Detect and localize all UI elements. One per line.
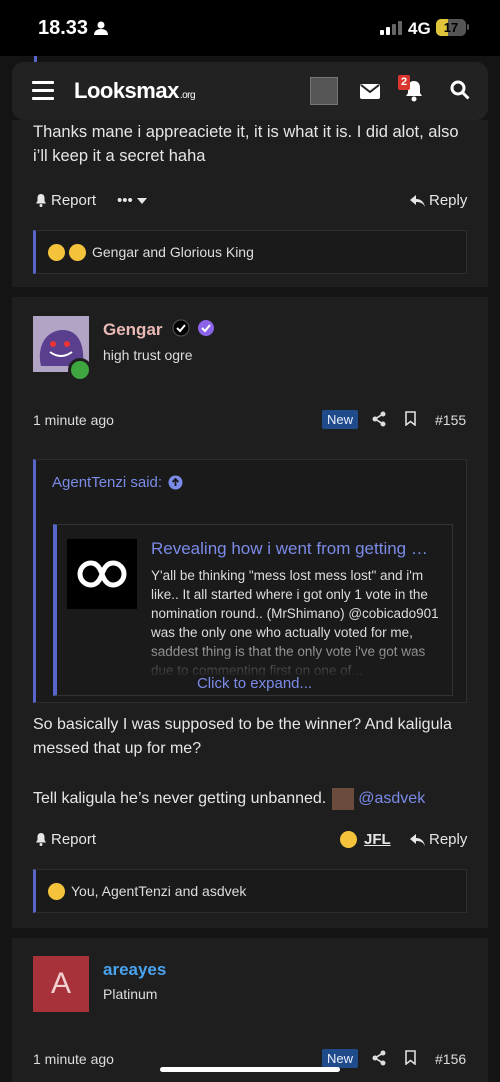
- more-options-button[interactable]: •••: [117, 192, 147, 209]
- report-label: Report: [51, 831, 97, 848]
- bell-icon: [36, 194, 46, 207]
- verified-purple-icon: [198, 320, 214, 336]
- post-text: Thanks mane i appreaciete it, it is what…: [33, 123, 459, 165]
- thread-thumbnail[interactable]: [67, 539, 137, 609]
- report-button[interactable]: Report: [35, 192, 96, 209]
- logo-main: Looksmax: [74, 78, 179, 103]
- share-icon[interactable]: [372, 411, 386, 427]
- laughing-emoji-icon: [340, 831, 357, 848]
- site-logo[interactable]: Looksmax.org: [74, 78, 196, 104]
- reply-button[interactable]: Reply: [410, 192, 467, 209]
- online-status-indicator: [68, 358, 92, 382]
- report-label: Report: [51, 192, 97, 209]
- search-icon[interactable]: [450, 80, 470, 100]
- bell-icon: [36, 833, 46, 846]
- bookmark-icon[interactable]: [405, 1050, 416, 1065]
- shocked-emoji-icon: [48, 243, 65, 261]
- quote-block: AgentTenzi said: Revealing how i went fr…: [33, 459, 467, 703]
- post-paragraph: So basically I was supposed to be the wi…: [33, 716, 452, 757]
- home-indicator[interactable]: [160, 1067, 340, 1072]
- post-separator: [12, 287, 488, 297]
- reply-label: Reply: [429, 192, 468, 209]
- battery-icon: 17: [436, 19, 466, 36]
- infinity-logo-icon: [77, 560, 127, 588]
- username[interactable]: areayes: [103, 960, 166, 980]
- post-time[interactable]: 1 minute ago: [33, 1051, 114, 1067]
- click-to-expand[interactable]: Click to expand...: [57, 675, 452, 692]
- reaction-label: JFL: [364, 831, 391, 848]
- bookmark-icon[interactable]: [405, 411, 416, 426]
- thread-content: Thanks mane i appreaciete it, it is what…: [12, 120, 488, 1082]
- mail-icon[interactable]: [360, 84, 380, 99]
- new-badge: New: [322, 1049, 359, 1068]
- network-type: 4G: [408, 19, 431, 38]
- laughing-emoji-icon: [48, 882, 65, 900]
- username[interactable]: Gengar: [103, 320, 163, 340]
- verified-dark-icon: [172, 319, 190, 337]
- arrow-up-circle-icon: [168, 475, 183, 490]
- reply-button[interactable]: Reply: [410, 831, 467, 848]
- user-avatar[interactable]: [310, 77, 338, 105]
- react-button[interactable]: JFL: [340, 831, 391, 848]
- reply-icon: [410, 194, 425, 207]
- laughing-emoji-icon: [69, 243, 86, 261]
- more-label: •••: [117, 192, 133, 209]
- reactions-text: You, AgentTenzi and asdvek: [71, 883, 247, 899]
- reactions-text: Gengar and Glorious King: [92, 244, 254, 260]
- user-avatar[interactable]: A: [33, 956, 89, 1012]
- chevron-down-icon: [136, 197, 147, 204]
- battery-level: 17: [443, 20, 459, 35]
- report-button[interactable]: Report: [35, 831, 96, 848]
- signal-icon: [380, 21, 402, 35]
- embed-title[interactable]: Revealing how i went from getting …: [151, 539, 451, 559]
- embedded-quote: Revealing how i went from getting … Y'al…: [53, 524, 453, 696]
- reactions-bar[interactable]: Gengar and Glorious King: [33, 230, 467, 274]
- post-paragraph-2: Tell kaligula he’s never getting unbanne…: [33, 787, 473, 811]
- post-number[interactable]: #155: [435, 412, 466, 428]
- person-icon: [94, 21, 108, 35]
- top-navigation: Looksmax.org 2: [12, 62, 488, 120]
- reply-icon: [410, 833, 425, 846]
- mention-avatar: [332, 788, 355, 810]
- logo-suffix: .org: [179, 90, 196, 101]
- menu-icon[interactable]: [32, 81, 54, 105]
- post-number[interactable]: #156: [435, 1051, 466, 1067]
- user-title: high trust ogre: [103, 347, 193, 363]
- post-time[interactable]: 1 minute ago: [33, 412, 114, 428]
- quote-author-label: AgentTenzi said:: [52, 474, 163, 491]
- share-icon[interactable]: [372, 1050, 386, 1066]
- status-time: 18.33: [38, 17, 89, 39]
- reply-label: Reply: [429, 831, 468, 848]
- battery-tip: [467, 24, 469, 30]
- post-paragraph-2-text: Tell kaligula he’s never getting unbanne…: [33, 790, 327, 807]
- new-badge: New: [322, 410, 359, 429]
- user-mention[interactable]: @asdvek: [358, 787, 425, 811]
- user-title: Platinum: [103, 986, 158, 1002]
- notification-badge: 2: [398, 75, 411, 90]
- post-separator: [12, 928, 488, 938]
- status-bar: 18.33 4G 17: [0, 0, 500, 56]
- quote-author[interactable]: AgentTenzi said:: [52, 474, 183, 491]
- reactions-bar[interactable]: You, AgentTenzi and asdvek: [33, 869, 467, 913]
